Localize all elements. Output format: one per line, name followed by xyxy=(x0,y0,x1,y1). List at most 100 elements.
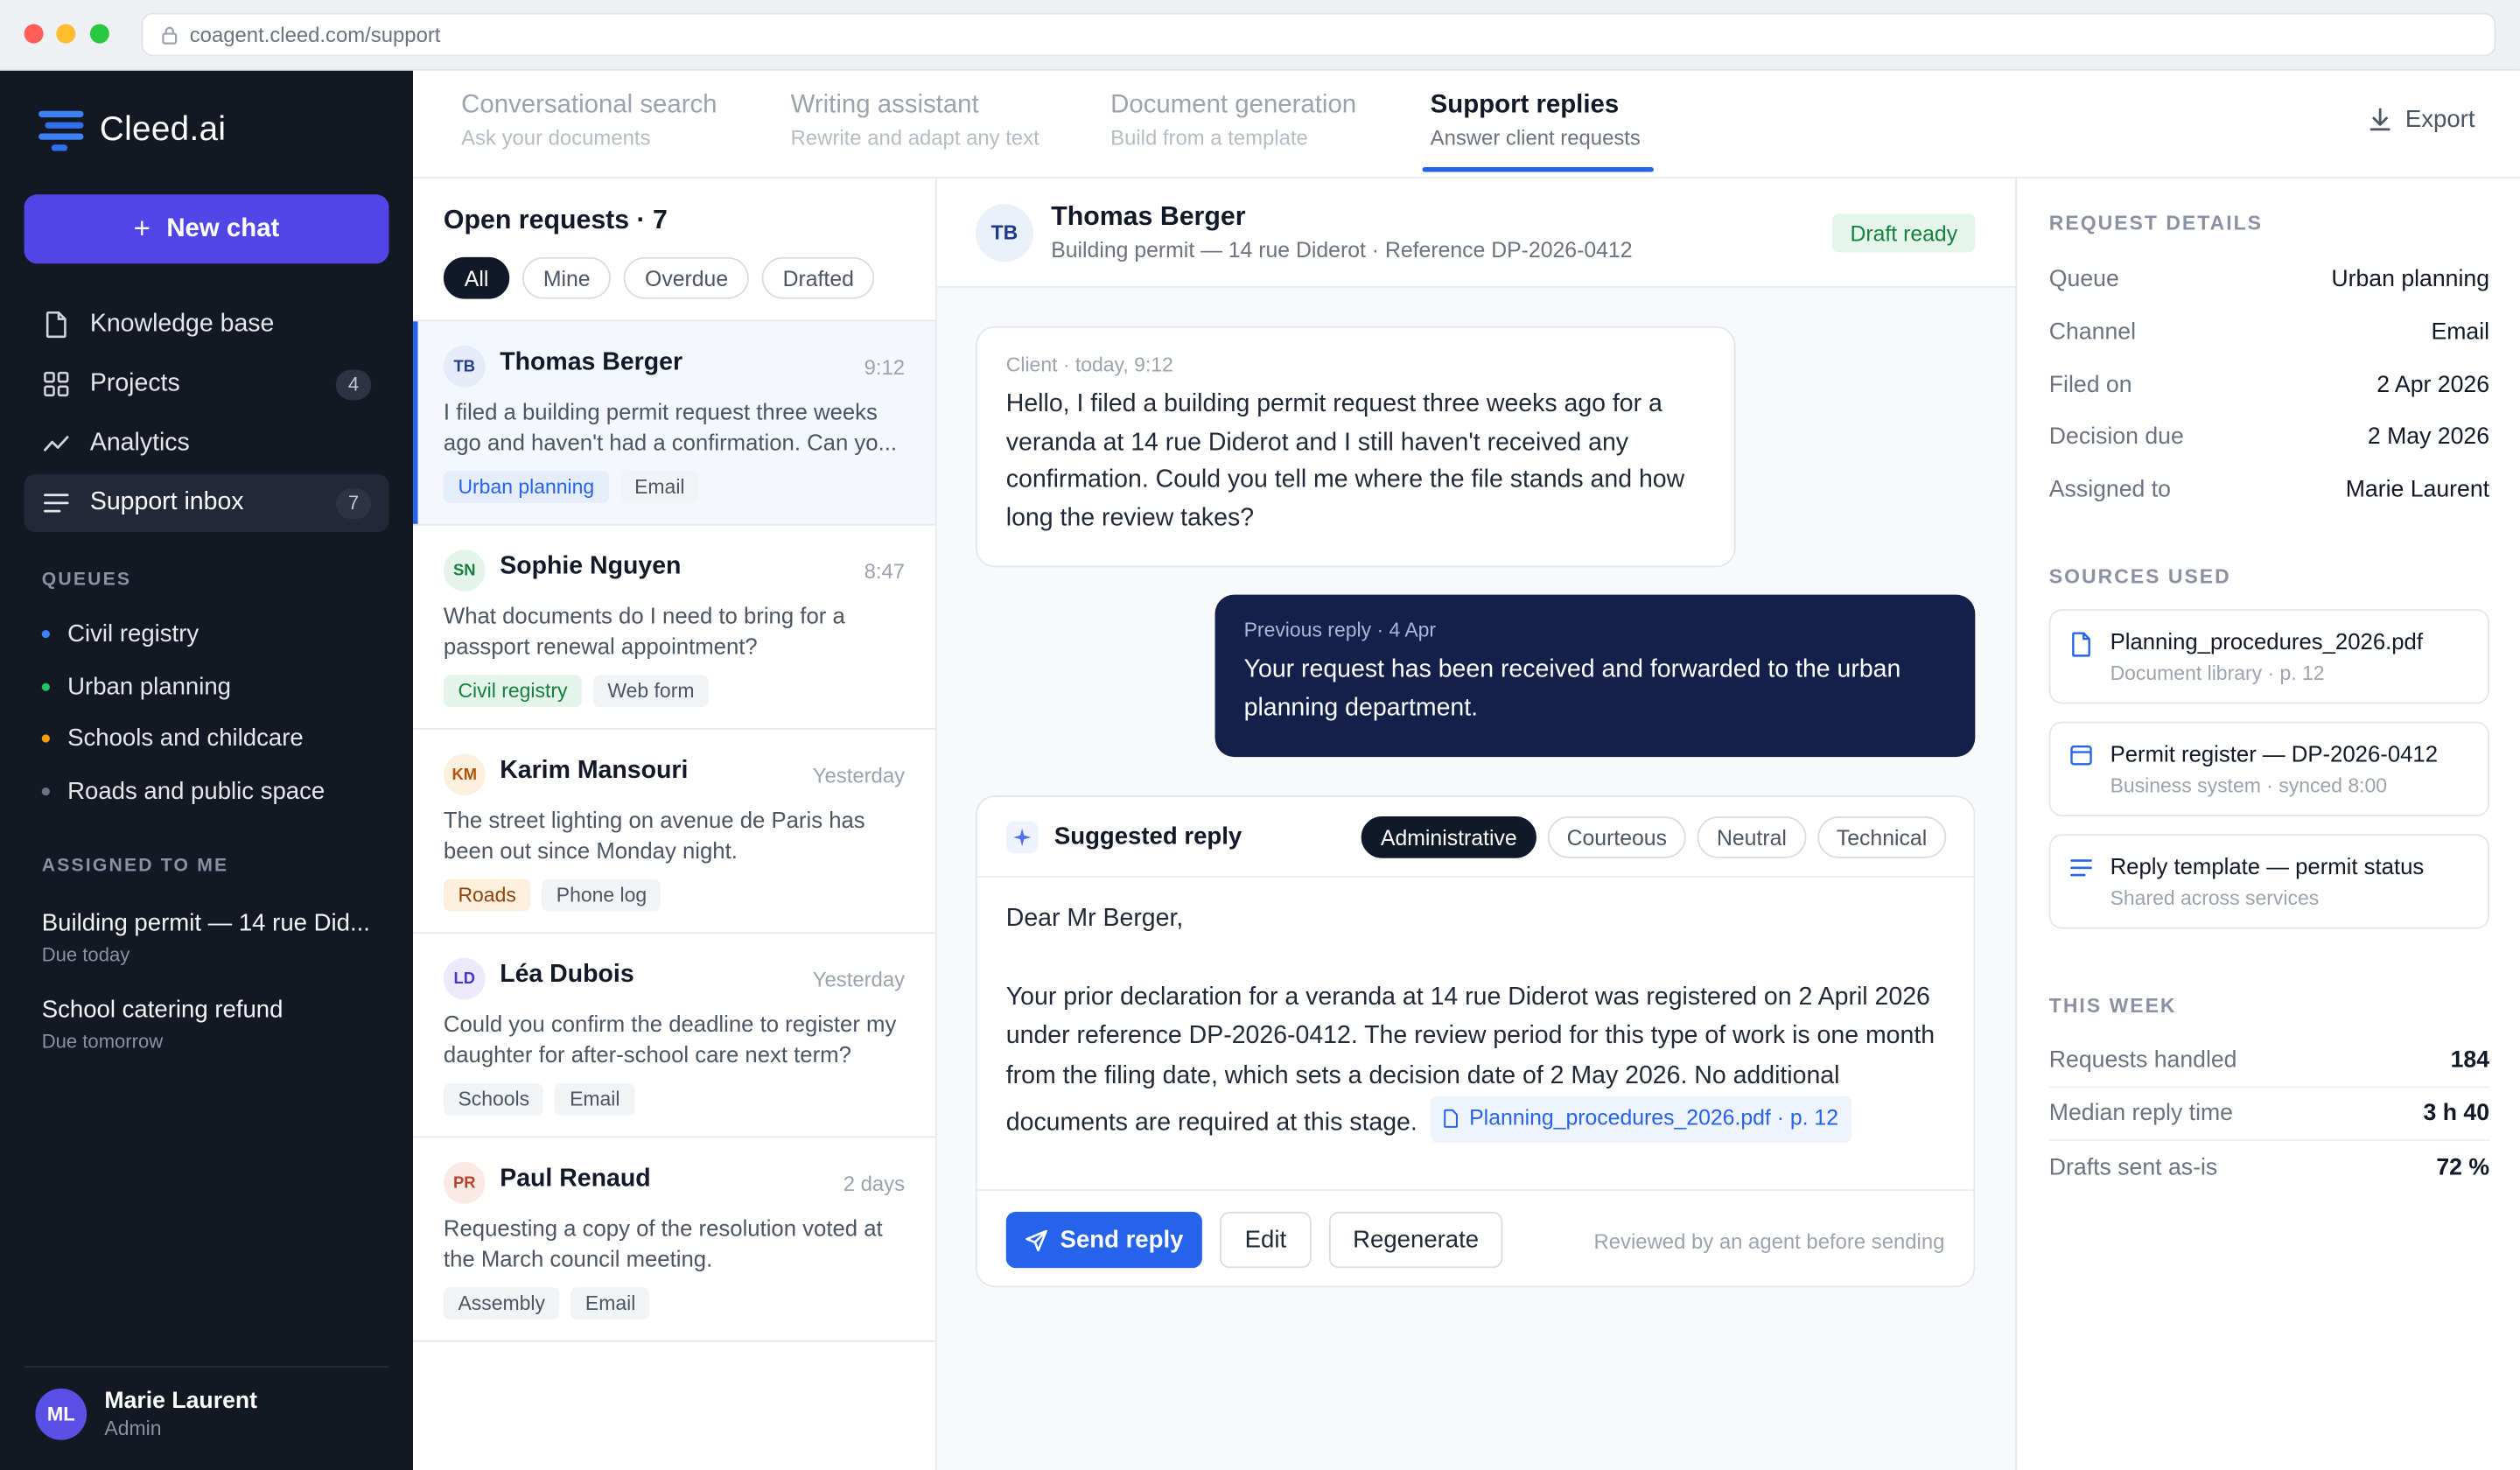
queue-dot xyxy=(41,629,50,639)
stat-value: 72 % xyxy=(2436,1154,2490,1181)
request-item[interactable]: PR Paul Renaud 2 days Requesting a copy … xyxy=(413,1138,935,1342)
detail-value: Marie Laurent xyxy=(2345,477,2490,503)
suggested-reply-title: Suggested reply xyxy=(1054,822,1242,850)
request-name: Karim Mansouri xyxy=(500,757,689,785)
new-chat-button[interactable]: + New chat xyxy=(24,194,389,264)
assigned-item[interactable]: School catering refund Due tomorrow xyxy=(42,997,284,1053)
user-role: Admin xyxy=(104,1417,162,1440)
source-card[interactable]: Reply template — permit status Shared ac… xyxy=(2048,834,2490,929)
queue-civil-registry[interactable]: Civil registry xyxy=(41,620,199,648)
tone-courteous[interactable]: Courteous xyxy=(1547,816,1687,858)
queue-tag: Assembly xyxy=(443,1287,560,1320)
analytics-icon xyxy=(42,429,71,458)
sidebar-item-knowledge-base[interactable]: Knowledge base xyxy=(24,296,389,354)
filter-all[interactable]: All xyxy=(443,256,510,299)
tone-technical[interactable]: Technical xyxy=(1816,816,1947,858)
sidebar-item-support-inbox[interactable]: Support inbox 7 xyxy=(24,473,389,532)
request-preview: I filed a building permit request three … xyxy=(443,398,898,455)
stat-row-drafts-sent: Drafts sent as-is 72 % xyxy=(2049,1141,2489,1194)
queue-urban-planning[interactable]: Urban planning xyxy=(41,674,231,701)
download-icon xyxy=(2370,108,2390,131)
user-profile[interactable]: ML Marie Laurent Admin xyxy=(24,1366,389,1440)
queue-roads-public-space[interactable]: Roads and public space xyxy=(41,777,326,806)
detail-value: Urban planning xyxy=(2331,266,2490,293)
sidebar-nav: Knowledge base Projects 4 Analytics Supp… xyxy=(24,296,389,534)
assigned-item[interactable]: Building permit — 14 rue Did... Due toda… xyxy=(42,910,370,966)
queue-tag: Roads xyxy=(443,878,531,912)
detail-row-assigned-to: Assigned to Marie Laurent xyxy=(2049,477,2489,502)
request-name: Léa Dubois xyxy=(500,961,634,989)
filter-mine[interactable]: Mine xyxy=(522,256,612,299)
filter-drafted[interactable]: Drafted xyxy=(761,256,875,299)
avatar: LD xyxy=(443,957,486,1000)
channel-tag: Email xyxy=(555,1082,635,1116)
request-list: Open requests · 7 All Mine Overdue Draft… xyxy=(413,178,937,1470)
send-reply-label: Send reply xyxy=(1060,1226,1184,1254)
lock-icon xyxy=(162,25,178,44)
reply-actions: Send reply Edit Regenerate Reviewed by a… xyxy=(976,1189,1974,1285)
conversation-header: TB Thomas Berger Building permit — 14 ru… xyxy=(936,178,2016,288)
request-time: 9:12 xyxy=(864,354,906,380)
request-time: 2 days xyxy=(843,1171,906,1196)
send-icon xyxy=(1025,1228,1047,1251)
request-preview: What documents do I need to bring for a … xyxy=(443,602,845,660)
previous-reply-message: Previous reply · 4 Apr Your request has … xyxy=(1214,594,1976,758)
source-card[interactable]: Permit register — DP-2026-0412 Business … xyxy=(2048,721,2490,817)
feature-tabs: Conversational search Ask your documents… xyxy=(413,70,2520,178)
edit-button[interactable]: Edit xyxy=(1220,1211,1312,1269)
minimize-window-icon[interactable] xyxy=(56,24,76,44)
request-item[interactable]: LD Léa Dubois Yesterday Could you confir… xyxy=(413,934,935,1138)
detail-value: 2 May 2026 xyxy=(2367,424,2490,451)
request-preview: The street lighting on avenue de Paris h… xyxy=(443,807,865,864)
new-chat-label: New chat xyxy=(166,214,280,242)
channel-tag: Email xyxy=(620,471,700,503)
sidebar-item-label: Analytics xyxy=(89,429,190,457)
export-button[interactable]: Export xyxy=(2369,106,2475,133)
close-window-icon[interactable] xyxy=(24,24,44,44)
tab-document-generation[interactable]: Document generation Build from a templat… xyxy=(1110,92,1356,150)
source-card[interactable]: Planning_procedures_2026.pdf Document li… xyxy=(2048,609,2490,704)
queues-heading: QUEUES xyxy=(41,570,132,591)
assigned-item-title: Building permit — 14 rue Did... xyxy=(41,909,370,937)
tab-conversational-search[interactable]: Conversational search Ask your documents xyxy=(461,92,717,150)
stat-key: Requests handled xyxy=(2048,1047,2237,1074)
tab-support-replies[interactable]: Support replies Answer client requests xyxy=(1431,92,1641,150)
queue-label: Roads and public space xyxy=(67,777,326,806)
request-item[interactable]: TB Thomas Berger 9:12 I filed a building… xyxy=(413,321,935,526)
sidebar-item-analytics[interactable]: Analytics xyxy=(24,415,389,472)
avatar: ML xyxy=(35,1388,88,1440)
maximize-window-icon[interactable] xyxy=(89,24,109,44)
message-meta: Client · today, 9:12 xyxy=(1005,354,1173,376)
source-title: Reply template — permit status xyxy=(2110,853,2425,879)
sidebar-item-projects[interactable]: Projects 4 xyxy=(24,355,389,413)
queue-schools-childcare[interactable]: Schools and childcare xyxy=(41,724,304,752)
sidebar-item-label: Knowledge base xyxy=(89,310,275,338)
regenerate-button[interactable]: Regenerate xyxy=(1328,1211,1503,1269)
request-item[interactable]: KM Karim Mansouri Yesterday The street l… xyxy=(413,730,935,934)
citation-link[interactable]: Planning_procedures_2026.pdf · p. 12 xyxy=(1431,1096,1852,1142)
source-subtitle: Shared across services xyxy=(2110,886,2320,910)
sidebar-item-label: Projects xyxy=(89,369,180,397)
tone-neutral[interactable]: Neutral xyxy=(1697,816,1806,858)
file-icon xyxy=(2070,632,2093,666)
filter-overdue[interactable]: Overdue xyxy=(624,256,750,299)
tab-subtitle: Rewrite and adapt any text xyxy=(790,125,1040,150)
request-time: 8:47 xyxy=(864,559,906,584)
source-title: Permit register — DP-2026-0412 xyxy=(2110,740,2439,767)
tab-writing-assistant[interactable]: Writing assistant Rewrite and adapt any … xyxy=(791,92,1040,150)
request-preview: Could you confirm the deadline to regist… xyxy=(443,1011,897,1068)
request-item[interactable]: SN Sophie Nguyen 8:47 What documents do … xyxy=(413,526,935,730)
request-list-title: Open requests · 7 xyxy=(443,206,668,235)
sources-heading: SOURCES USED xyxy=(2048,565,2231,589)
plus-icon: + xyxy=(133,212,150,245)
brand-logo[interactable]: Cleed.ai xyxy=(38,109,226,151)
address-bar[interactable]: coagent.cleed.com/support xyxy=(141,12,2496,57)
send-reply-button[interactable]: Send reply xyxy=(1005,1211,1202,1269)
this-week-heading: THIS WEEK xyxy=(2048,994,2177,1018)
avatar: TB xyxy=(443,345,486,388)
tone-administrative[interactable]: Administrative xyxy=(1361,816,1536,858)
tab-subtitle: Answer client requests xyxy=(1430,125,1641,150)
reply-draft-text[interactable]: Dear Mr Berger, Your prior declaration f… xyxy=(1006,900,1957,1144)
filter-chips: All Mine Overdue Drafted xyxy=(443,256,888,299)
assigned-heading: ASSIGNED TO ME xyxy=(41,856,229,877)
